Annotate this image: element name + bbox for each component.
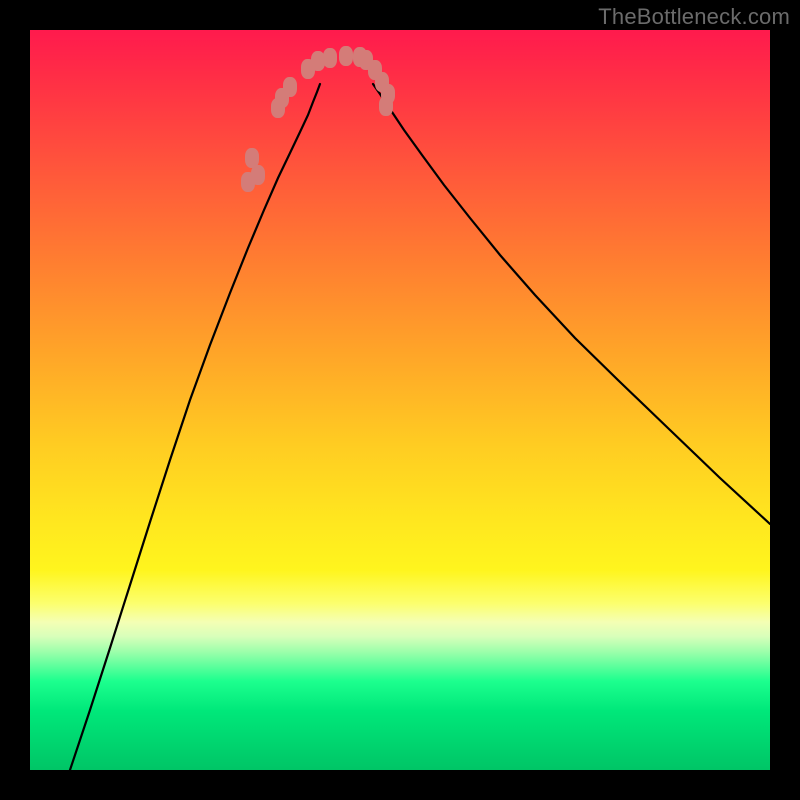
curve-right-branch: [373, 84, 770, 524]
marker-point: [245, 148, 259, 168]
watermark-text: TheBottleneck.com: [598, 4, 790, 30]
gradient-plot-area: [30, 30, 770, 770]
marker-point: [251, 165, 265, 185]
data-markers: [241, 46, 395, 192]
bottleneck-curve: [70, 84, 770, 770]
marker-point: [323, 48, 337, 68]
marker-point: [339, 46, 353, 66]
curve-left-branch: [70, 84, 320, 770]
curve-layer: [30, 30, 770, 770]
chart-frame: TheBottleneck.com: [0, 0, 800, 800]
marker-point: [283, 77, 297, 97]
marker-point: [311, 51, 325, 71]
marker-point: [379, 96, 393, 116]
